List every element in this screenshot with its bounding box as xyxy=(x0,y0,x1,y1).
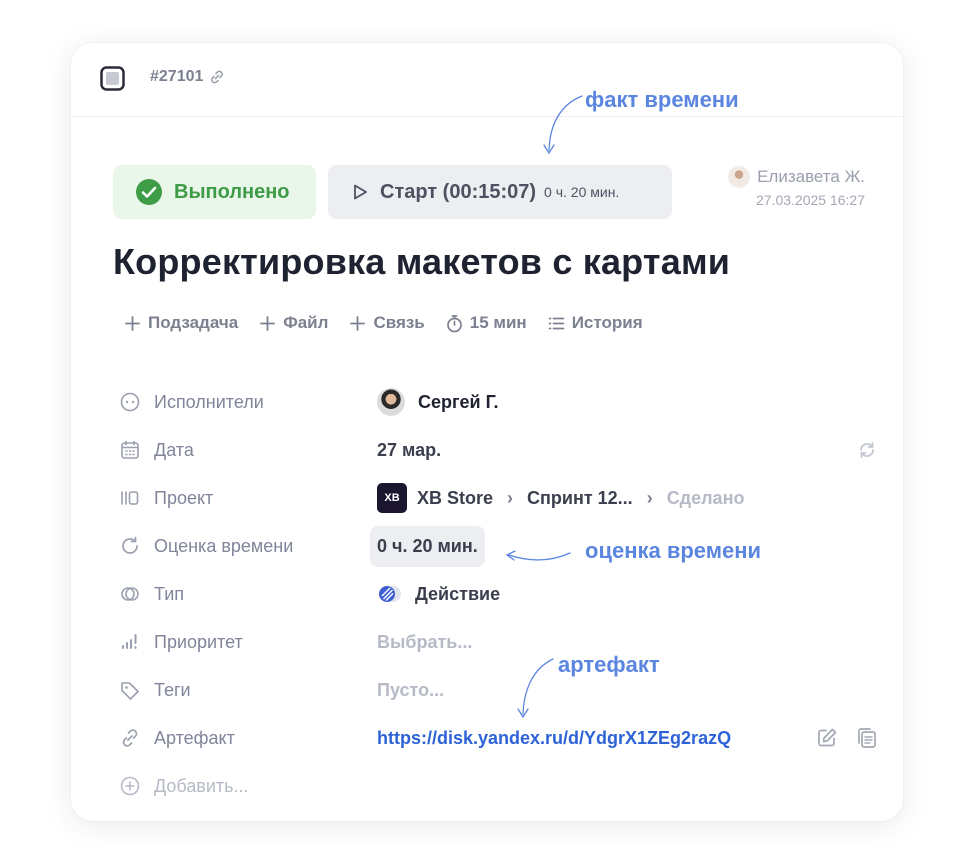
project-value: XB XB Store › Спринт 12... › Сделано xyxy=(377,483,744,513)
type-label: Тип xyxy=(154,583,185,604)
prop-label: Проект xyxy=(119,487,213,509)
prop-tags: Теги Пусто... xyxy=(119,666,879,714)
prop-project: Проект XB XB Store › Спринт 12... › Сдел… xyxy=(119,474,879,522)
add-file-label: Файл xyxy=(283,313,329,332)
type-name: Действие xyxy=(415,583,501,604)
prop-label: Дата xyxy=(119,439,194,461)
date-value[interactable]: 27 мар. xyxy=(377,440,441,461)
prop-label: Тип xyxy=(119,583,184,605)
estimate-value[interactable]: 0 ч. 20 мин. xyxy=(370,525,485,567)
project-name[interactable]: XB Store xyxy=(417,488,493,509)
tag-icon xyxy=(121,682,139,700)
done-status-label: Выполнено xyxy=(174,180,290,203)
annotation-artifact: артефакт xyxy=(558,652,660,677)
add-subtask-label: Подзадача xyxy=(148,313,239,332)
tags-value[interactable]: Пусто... xyxy=(377,680,444,701)
card-header: #27101 xyxy=(71,43,903,117)
artifact-label: Артефакт xyxy=(154,727,235,748)
project-logo: XB xyxy=(377,483,407,513)
assignee-value[interactable]: Сергей Г. xyxy=(377,388,499,416)
estimate-badge: 0 ч. 20 мин. xyxy=(370,525,485,567)
task-title[interactable]: Корректировка макетов с картами xyxy=(113,241,730,283)
prop-estimate: Оценка времени 0 ч. 20 мин. xyxy=(119,522,879,570)
prop-label: Теги xyxy=(119,679,191,701)
author-name-row[interactable]: Елизавета Ж. xyxy=(728,166,865,188)
prop-date: Дата 27 мар. xyxy=(119,426,879,474)
avatar xyxy=(377,388,405,416)
task-actions: Подзадача Файл Связь 15 мин История xyxy=(123,313,643,333)
priority-label: Приоритет xyxy=(154,631,243,652)
stopwatch-icon xyxy=(446,314,462,332)
task-card: #27101 Выполнено Старт (00:15:07) 0 ч. 2… xyxy=(71,43,903,821)
list-icon xyxy=(548,317,565,329)
edit-icon[interactable] xyxy=(815,726,839,750)
prop-label: Приоритет xyxy=(119,631,243,653)
prop-label: Оценка времени xyxy=(119,535,293,557)
prop-add[interactable]: Добавить... xyxy=(119,762,879,810)
timer-action-button[interactable]: 15 мин xyxy=(445,313,527,333)
priority-value[interactable]: Выбрать... xyxy=(377,632,472,653)
prop-label: Артефакт xyxy=(119,727,235,749)
add-relation-label: Связь xyxy=(373,313,425,332)
chain-icon xyxy=(122,729,138,747)
author-avatar xyxy=(728,166,751,188)
repeat-icon[interactable] xyxy=(855,438,879,462)
date-label: Дата xyxy=(154,439,194,460)
artifact-link[interactable]: https://disk.yandex.ru/d/YdgrX1ZEg2razQ xyxy=(377,728,731,749)
project-label: Проект xyxy=(154,487,214,508)
annotation-time-fact: факт времени xyxy=(585,87,739,112)
type-icon xyxy=(121,587,139,601)
calendar-icon xyxy=(121,440,139,459)
sprint-name[interactable]: Спринт 12... xyxy=(527,488,633,509)
add-relation-button[interactable]: Связь xyxy=(348,313,425,333)
author-block: Елизавета Ж. 27.03.2025 16:27 xyxy=(728,166,865,208)
stage-name[interactable]: Сделано xyxy=(667,488,745,509)
plus-icon xyxy=(350,315,366,331)
start-timer-button[interactable]: Старт (00:15:07) 0 ч. 20 мин. xyxy=(328,165,672,219)
author-name: Елизавета Ж. xyxy=(757,167,865,186)
timer-action-label: 15 мин xyxy=(469,313,527,332)
chevron-right-icon: › xyxy=(646,487,653,508)
assignees-label: Исполнители xyxy=(154,391,264,412)
author-date: 27.03.2025 16:27 xyxy=(756,192,865,208)
priority-bars-icon xyxy=(122,634,137,649)
face-icon xyxy=(120,392,140,412)
prop-priority: Приоритет Выбрать... xyxy=(119,618,879,666)
annotation-time-estimate: оценка времени xyxy=(585,538,762,563)
plus-icon xyxy=(260,315,276,331)
prop-label: Добавить... xyxy=(119,775,249,797)
history-label: История xyxy=(571,313,643,332)
copy-icon[interactable] xyxy=(855,726,879,750)
add-subtask-button[interactable]: Подзадача xyxy=(123,313,238,333)
prop-type: Тип Действие xyxy=(119,570,879,618)
assignee-name: Сергей Г. xyxy=(418,391,499,412)
estimate-label: Оценка времени xyxy=(154,535,294,556)
add-file-button[interactable]: Файл xyxy=(258,313,328,333)
add-circle-icon xyxy=(120,776,140,796)
play-icon xyxy=(354,184,367,200)
task-id-text: #27101 xyxy=(150,68,204,85)
action-type-icon xyxy=(379,586,401,602)
columns-icon xyxy=(121,491,139,505)
start-timer-label: Старт (00:15:07) xyxy=(380,180,537,203)
chevron-right-icon: › xyxy=(507,487,514,508)
date-actions xyxy=(855,438,879,462)
prop-assignees: Исполнители Сергей Г. xyxy=(119,378,879,426)
plus-icon xyxy=(125,315,140,331)
add-property-label: Добавить... xyxy=(154,775,249,796)
task-id[interactable]: #27101 xyxy=(150,68,225,86)
square-icon[interactable] xyxy=(100,66,125,91)
history-button[interactable]: История xyxy=(547,313,643,333)
prop-artifact: Артефакт https://disk.yandex.ru/d/YdgrX1… xyxy=(119,714,879,762)
artifact-actions xyxy=(815,726,879,750)
task-properties: Исполнители Сергей Г. Дата 27 мар. Проек… xyxy=(119,378,879,810)
done-status-button[interactable]: Выполнено xyxy=(113,165,316,219)
link-icon[interactable] xyxy=(209,69,225,85)
refresh-icon xyxy=(122,536,138,554)
check-circle-icon xyxy=(136,179,162,205)
tags-label: Теги xyxy=(154,679,191,700)
start-timer-sublabel: 0 ч. 20 мин. xyxy=(544,184,620,200)
prop-label: Исполнители xyxy=(119,391,264,413)
type-value[interactable]: Действие xyxy=(377,581,500,607)
